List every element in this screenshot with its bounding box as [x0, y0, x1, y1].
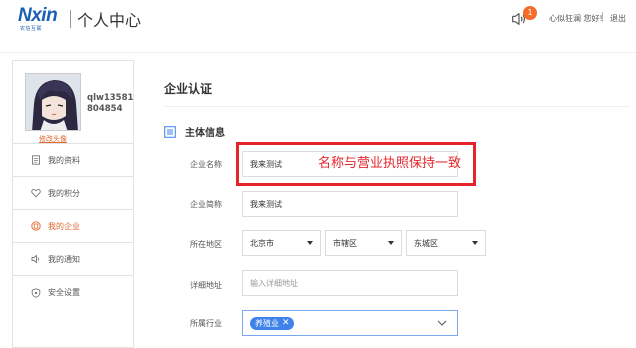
brand-logo[interactable]: Nxin 农信互联 个人中心	[18, 6, 141, 32]
sidebar-item-security[interactable]: 安全设置	[13, 276, 133, 309]
sidebar-item-label: 我的企业	[48, 221, 80, 231]
industry-label: 所属行业	[190, 319, 222, 328]
company-name-label: 企业名称	[190, 160, 222, 169]
company-short-label: 企业简称	[190, 200, 222, 209]
avatar[interactable]	[25, 73, 81, 131]
district-select[interactable]: 东城区	[406, 230, 486, 256]
logout-link[interactable]: 退出	[610, 13, 626, 24]
section-title-label: 主体信息	[185, 128, 225, 139]
username: qlw13581804854	[87, 93, 134, 114]
section-title: 主体信息	[164, 124, 225, 139]
district-value: 东城区	[414, 238, 438, 248]
list-icon	[164, 125, 176, 138]
logo-text: Nxin	[18, 5, 58, 26]
remove-tag-icon[interactable]: ✕	[282, 318, 290, 328]
annotation-text: 名称与营业执照保持一致	[318, 156, 462, 171]
sidebar-item-label: 我的通知	[48, 254, 80, 264]
logo-subtext: 农信互联	[20, 26, 43, 32]
company-short-value: 我来测试	[250, 199, 282, 209]
region-label: 所在地区	[190, 240, 222, 249]
company-short-field[interactable]: 我来测试	[242, 191, 458, 217]
caret-down-icon	[388, 241, 394, 245]
industry-tag: 养殖业 ✕	[250, 316, 294, 330]
sidebar-item-points[interactable]: 我的积分	[13, 177, 133, 210]
header-separator	[602, 12, 603, 22]
speaker-icon	[31, 254, 41, 264]
logo-mark: Nxin 农信互联	[18, 6, 64, 32]
province-select[interactable]: 北京市	[242, 230, 321, 256]
sidebar-item-company[interactable]: 我的企业	[13, 210, 133, 243]
sidebar-item-label: 我的资料	[48, 155, 80, 165]
notification-badge: 1	[523, 6, 537, 20]
industry-select[interactable]: 养殖业 ✕	[242, 310, 458, 336]
document-icon	[31, 155, 41, 165]
sidebar-item-profile[interactable]: 我的资料	[13, 144, 133, 177]
caret-down-icon	[472, 241, 478, 245]
greeting-text: 心似狂澜 您好!	[549, 14, 603, 23]
sidebar-item-label: 安全设置	[48, 288, 80, 297]
address-input[interactable]: 输入详细地址	[242, 270, 458, 296]
chevron-down-icon	[437, 320, 447, 326]
shield-icon	[31, 287, 41, 298]
heading-divider	[164, 106, 630, 107]
province-value: 北京市	[250, 238, 274, 248]
logo-divider	[70, 10, 71, 28]
heart-icon	[31, 188, 41, 198]
sidebar: qlw13581804854 修改头像 我的资料 我的积分 我的企业 我的通知 …	[12, 60, 134, 348]
edit-avatar-link[interactable]: 修改头像	[25, 134, 81, 144]
sidebar-item-label: 我的积分	[48, 188, 80, 198]
address-label: 详细地址	[190, 281, 222, 290]
profile-card: qlw13581804854 修改头像	[13, 61, 133, 144]
top-header: Nxin 农信互联 个人中心 1 心似狂澜 您好! 退出	[0, 0, 636, 40]
caret-down-icon	[307, 241, 313, 245]
address-placeholder: 输入详细地址	[250, 278, 298, 288]
header-divider	[0, 52, 636, 53]
page-title: 个人中心	[77, 11, 142, 30]
industry-tag-label: 养殖业	[255, 318, 279, 328]
sidebar-item-notifications[interactable]: 我的通知	[13, 243, 133, 276]
page-heading: 企业认证	[164, 82, 213, 96]
city-value: 市辖区	[333, 238, 357, 248]
notification-button[interactable]: 1	[510, 6, 537, 30]
building-icon	[31, 221, 41, 231]
city-select[interactable]: 市辖区	[325, 230, 402, 256]
